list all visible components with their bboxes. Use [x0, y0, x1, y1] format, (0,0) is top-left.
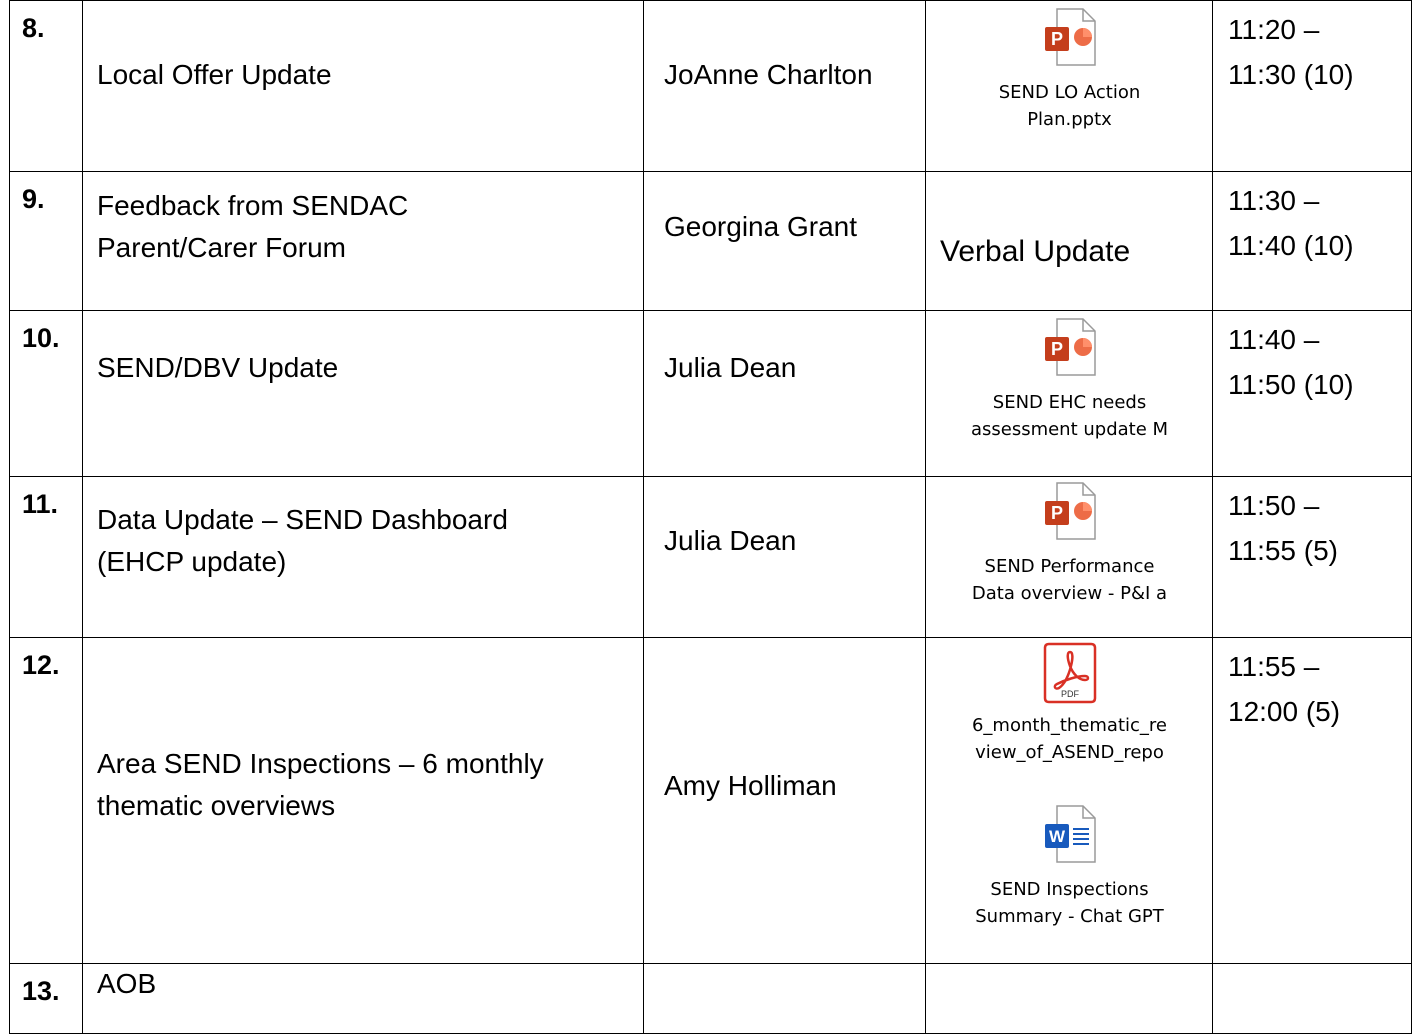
item-title-cell: Data Update – SEND Dashboard (EHCP updat…	[82, 476, 644, 638]
lead-cell: Georgina Grant	[643, 171, 926, 311]
time-slot: 11:30 – 11:40 (10)	[1228, 185, 1354, 261]
agenda-row-12: 12. Area SEND Inspections – 6 monthly th…	[9, 637, 1412, 964]
lead-name: Georgina Grant	[664, 211, 857, 242]
time-slot: 11:20 – 11:30 (10)	[1228, 14, 1354, 90]
lead-cell: Amy Holliman	[643, 637, 926, 964]
lead-name: JoAnne Charlton	[664, 59, 873, 90]
attachment-pptx[interactable]: P SEND Performance Data overview - P&I a	[926, 481, 1213, 607]
item-title: Feedback from SENDAC Parent/Carer Forum	[97, 190, 409, 263]
lead-name: Amy Holliman	[664, 770, 837, 801]
item-number: 10.	[22, 323, 60, 353]
word-badge-text: W	[1048, 827, 1065, 846]
item-title-cell: Area SEND Inspections – 6 monthly themat…	[82, 637, 644, 964]
lead-cell: JoAnne Charlton	[643, 0, 926, 172]
item-number-cell: 9.	[9, 171, 83, 311]
agenda-row-13: 13. AOB	[9, 963, 1412, 1034]
item-title: AOB	[97, 968, 157, 999]
item-title: SEND/DBV Update	[97, 352, 339, 383]
item-title-cell: Local Offer Update	[82, 0, 644, 172]
item-number-cell: 8.	[9, 0, 83, 172]
powerpoint-badge-text: P	[1050, 339, 1062, 359]
powerpoint-icon: P	[1044, 8, 1096, 66]
attachment-caption: 6_month_thematic_re view_of_ASEND_repo	[971, 715, 1167, 763]
item-number-cell: 13.	[9, 963, 83, 1034]
lead-name: Julia Dean	[664, 525, 797, 556]
time-cell: 11:40 – 11:50 (10)	[1212, 310, 1412, 477]
lead-cell: Julia Dean	[643, 310, 926, 477]
attachment-pptx[interactable]: P SEND LO Action Plan.pptx	[926, 7, 1213, 133]
attachments-cell: P SEND Performance Data overview - P&I a	[925, 476, 1213, 638]
item-title-cell: AOB	[82, 963, 644, 1034]
attachment-pptx[interactable]: P SEND EHC needs assessment update M	[926, 317, 1213, 443]
attachments-cell: PDF 6_month_thematic_re view_of_ASEND_re…	[925, 637, 1213, 964]
powerpoint-icon: P	[1044, 482, 1096, 540]
item-number: 8.	[22, 13, 45, 43]
lead-cell	[643, 963, 926, 1034]
lead-cell: Julia Dean	[643, 476, 926, 638]
item-number: 11.	[22, 489, 59, 519]
agenda-row-11: 11. Data Update – SEND Dashboard (EHCP u…	[9, 476, 1412, 638]
agenda-row-9: 9. Feedback from SENDAC Parent/Carer For…	[9, 171, 1412, 311]
agenda-row-10: 10. SEND/DBV Update Julia Dean P SEND EH…	[9, 310, 1412, 477]
item-title-cell: Feedback from SENDAC Parent/Carer Forum	[82, 171, 644, 311]
attachment-caption: SEND Performance Data overview - P&I a	[971, 556, 1168, 604]
item-number-cell: 10.	[9, 310, 83, 477]
item-number: 9.	[22, 184, 45, 214]
item-title: Local Offer Update	[97, 59, 332, 90]
powerpoint-badge-text: P	[1050, 503, 1062, 523]
item-title-cell: SEND/DBV Update	[82, 310, 644, 477]
attachments-cell: P SEND LO Action Plan.pptx	[925, 0, 1213, 172]
pdf-badge-text: PDF	[1061, 689, 1080, 699]
item-title: Area SEND Inspections – 6 monthly themat…	[97, 748, 544, 821]
item-number: 13.	[22, 976, 60, 1006]
time-cell	[1212, 963, 1412, 1034]
attachment-caption: SEND Inspections Summary - Chat GPT	[975, 879, 1164, 927]
attachment-pdf[interactable]: PDF 6_month_thematic_re view_of_ASEND_re…	[926, 642, 1213, 766]
attachment-caption: SEND EHC needs assessment update M	[970, 392, 1169, 440]
item-title: Data Update – SEND Dashboard (EHCP updat…	[97, 504, 508, 577]
item-number: 12.	[22, 650, 60, 680]
attachments-cell	[925, 963, 1213, 1034]
attachments-cell: Verbal Update	[925, 171, 1213, 311]
time-slot: 11:40 – 11:50 (10)	[1228, 324, 1354, 400]
powerpoint-badge-text: P	[1050, 29, 1062, 49]
time-cell: 11:30 – 11:40 (10)	[1212, 171, 1412, 311]
word-icon: W	[1044, 805, 1096, 863]
pdf-icon: PDF	[1043, 642, 1096, 704]
attachment-caption: SEND LO Action Plan.pptx	[998, 82, 1141, 130]
time-cell: 11:50 – 11:55 (5)	[1212, 476, 1412, 638]
attachments-cell: P SEND EHC needs assessment update M	[925, 310, 1213, 477]
item-number-cell: 12.	[9, 637, 83, 964]
powerpoint-icon: P	[1044, 318, 1096, 376]
agenda-table: 8. Local Offer Update JoAnne Charlton P	[9, 0, 1412, 1034]
attachment-docx[interactable]: W SEND Inspections Summary - Chat GPT	[926, 804, 1213, 930]
agenda-row-8: 8. Local Offer Update JoAnne Charlton P	[9, 0, 1412, 172]
time-slot: 11:55 – 12:00 (5)	[1228, 651, 1341, 727]
lead-name: Julia Dean	[664, 352, 797, 383]
time-cell: 11:20 – 11:30 (10)	[1212, 0, 1412, 172]
time-slot: 11:50 – 11:55 (5)	[1228, 490, 1338, 566]
item-number-cell: 11.	[9, 476, 83, 638]
time-cell: 11:55 – 12:00 (5)	[1212, 637, 1412, 964]
verbal-update-text: Verbal Update	[940, 235, 1131, 268]
